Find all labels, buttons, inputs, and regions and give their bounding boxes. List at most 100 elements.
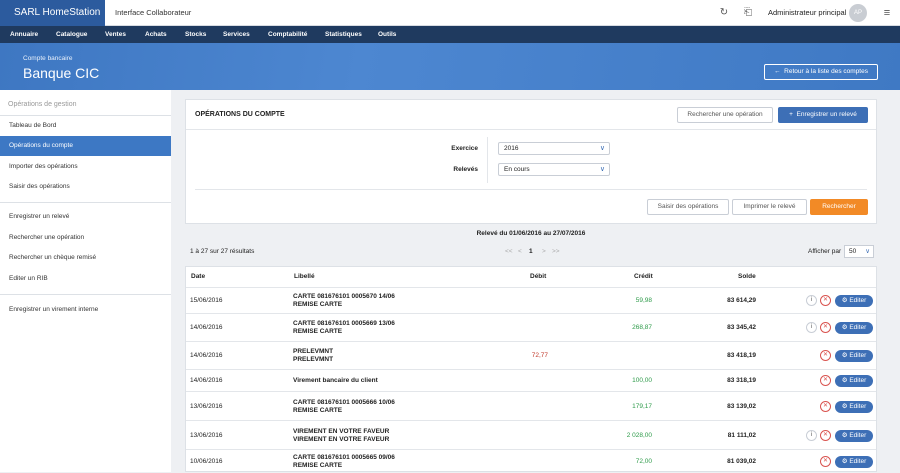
sync-icon[interactable]: ↻ bbox=[717, 6, 731, 20]
row-libelle-line1: PRELEVMNT bbox=[293, 348, 334, 355]
per-page-label: Afficher par bbox=[808, 248, 842, 255]
saisir-operations-button[interactable]: Saisir des opérations bbox=[647, 199, 729, 215]
header-credit[interactable]: Crédit bbox=[634, 273, 653, 280]
hamburger-icon[interactable]: ≡ bbox=[880, 6, 894, 20]
row-libelle-line1: CARTE 081676101 0005669 13/06 bbox=[293, 320, 395, 327]
sidebar-item-rechercher-operation[interactable]: Rechercher une opération bbox=[0, 228, 171, 248]
register-statement-button[interactable]: + Enregistrer un relevé bbox=[778, 107, 868, 123]
edit-label: Editer bbox=[849, 297, 867, 304]
menu-item-outils[interactable]: Outils bbox=[378, 26, 396, 43]
edit-button[interactable]: ⚙ Editer bbox=[835, 350, 873, 362]
gear-icon: ⚙ bbox=[841, 431, 848, 439]
interface-subtitle: Interface Collaborateur bbox=[115, 8, 192, 17]
delete-icon[interactable]: ✕ bbox=[820, 456, 831, 467]
pager-next[interactable]: > bbox=[542, 248, 546, 255]
row-libelle-line1: CARTE 081676101 0005665 09/06 bbox=[293, 454, 395, 461]
page-title: Banque CIC bbox=[23, 65, 100, 81]
delete-icon[interactable]: ✕ bbox=[820, 400, 831, 412]
row-date: 10/06/2016 bbox=[190, 458, 223, 465]
delete-icon[interactable]: ✕ bbox=[820, 322, 831, 333]
row-credit: 2 028,00 bbox=[626, 431, 652, 439]
row-solde: 83 345,42 bbox=[727, 324, 756, 331]
sidebar-item-tableau-de-bord[interactable]: Tableau de Bord bbox=[0, 116, 171, 136]
header-debit[interactable]: Débit bbox=[530, 273, 546, 280]
sidebar-item-importer[interactable]: Importer des opérations bbox=[0, 157, 171, 177]
edit-button[interactable]: ⚙ Editer bbox=[835, 400, 873, 413]
menu-item-annuaire[interactable]: Annuaire bbox=[10, 26, 38, 43]
menu-item-catalogue[interactable]: Catalogue bbox=[56, 26, 87, 43]
sidebar-item-enregistrer-releve[interactable]: Enregistrer un relevé bbox=[0, 207, 171, 227]
brand-name[interactable]: SARL HomeStation bbox=[0, 0, 105, 26]
info-icon[interactable]: i bbox=[806, 295, 817, 306]
back-to-accounts-button[interactable]: ← Retour à la liste des comptes bbox=[764, 64, 878, 80]
row-solde: 81 111,02 bbox=[727, 431, 756, 439]
delete-icon[interactable]: ✕ bbox=[820, 295, 831, 306]
edit-button[interactable]: ⚙ Editer bbox=[835, 456, 873, 468]
row-libelle-line2: PRELEVMNT bbox=[293, 356, 334, 363]
print-statement-button[interactable]: Imprimer le relevé bbox=[732, 199, 807, 215]
rechercher-button[interactable]: Rechercher bbox=[810, 199, 868, 215]
pager-last[interactable]: >> bbox=[552, 248, 560, 255]
edit-button[interactable]: ⚙ Editer bbox=[835, 375, 873, 387]
gear-icon: ⚙ bbox=[841, 297, 848, 304]
sidebar-item-operations-du-compte[interactable]: Opérations du compte bbox=[0, 136, 171, 156]
header-solde[interactable]: Solde bbox=[738, 273, 756, 280]
back-label: Retour à la liste des comptes bbox=[784, 68, 868, 75]
row-libelle-line1: Virement bancaire du client bbox=[293, 377, 378, 384]
chevron-down-icon: ∨ bbox=[599, 145, 605, 152]
row-libelle-line1: CARTE 081676101 0005666 10/06 bbox=[293, 398, 395, 406]
edit-button[interactable]: ⚙ Editer bbox=[835, 322, 873, 334]
edit-button[interactable]: ⚙ Editer bbox=[835, 429, 873, 442]
sidebar-item-virement-interne[interactable]: Enregistrer un virement interne bbox=[0, 300, 171, 320]
pager-current[interactable]: 1 bbox=[529, 248, 533, 255]
edit-button[interactable]: ⚙ Editer bbox=[835, 295, 873, 307]
menu-item-ventes[interactable]: Ventes bbox=[105, 26, 126, 43]
releves-select[interactable]: En cours ∨ bbox=[498, 163, 610, 176]
exercice-select[interactable]: 2016 ∨ bbox=[498, 142, 610, 155]
releves-label: Relevés bbox=[453, 166, 478, 173]
gear-icon: ⚙ bbox=[841, 377, 848, 384]
search-operation-button[interactable]: Rechercher une opération bbox=[677, 107, 773, 123]
row-date: 14/06/2016 bbox=[190, 324, 223, 331]
menu-item-comptabilite[interactable]: Comptabilité bbox=[268, 26, 307, 43]
chevron-down-icon: ∨ bbox=[865, 248, 870, 255]
statement-period: Relevé du 01/06/2016 au 27/07/2016 bbox=[476, 230, 586, 237]
page-header: Compte bancaire Banque CIC ← Retour à la… bbox=[0, 43, 900, 90]
pager-first[interactable]: << bbox=[505, 248, 513, 255]
menu-item-stocks[interactable]: Stocks bbox=[185, 26, 206, 43]
sidebar-item-editer-rib[interactable]: Editer un RIB bbox=[0, 269, 171, 289]
menu-item-achats[interactable]: Achats bbox=[145, 26, 167, 43]
info-icon[interactable]: i bbox=[806, 322, 817, 333]
top-bar: SARL HomeStation Interface Collaborateur… bbox=[0, 0, 900, 26]
delete-icon[interactable]: ✕ bbox=[820, 429, 831, 441]
sidebar: Opérations de gestion Tableau de Bord Op… bbox=[0, 90, 171, 472]
table-row: 14/06/2016 PRELEVMNT PRELEVMNT 72,77 83 418,… bbox=[186, 341, 876, 369]
row-date: 15/06/2016 bbox=[190, 297, 223, 304]
info-icon[interactable]: i bbox=[806, 429, 817, 441]
gear-icon: ⚙ bbox=[841, 352, 848, 359]
export-icon[interactable]: ⎗ bbox=[741, 6, 755, 20]
sidebar-item-saisir[interactable]: Saisir des opérations bbox=[0, 177, 171, 197]
menu-item-services[interactable]: Services bbox=[223, 26, 250, 43]
user-name[interactable]: Administrateur principal bbox=[768, 0, 846, 26]
edit-label: Editer bbox=[849, 352, 867, 359]
results-count: 1 à 27 sur 27 résultats bbox=[190, 248, 255, 255]
header-date[interactable]: Date bbox=[191, 273, 205, 280]
per-page-value: 50 bbox=[849, 248, 857, 255]
header-libelle[interactable]: Libellé bbox=[294, 273, 315, 280]
gear-icon: ⚙ bbox=[841, 458, 848, 465]
row-libelle-line2: REMISE CARTE bbox=[293, 406, 343, 414]
table-row: 13/06/2016 CARTE 081676101 0005666 10/06 R… bbox=[186, 391, 876, 420]
pager-prev[interactable]: < bbox=[518, 248, 522, 255]
divider bbox=[195, 189, 867, 190]
delete-icon[interactable]: ✕ bbox=[820, 375, 831, 386]
sidebar-item-rechercher-cheque[interactable]: Rechercher un chèque remisé bbox=[0, 248, 171, 268]
register-label: Enregistrer un relevé bbox=[796, 111, 857, 118]
menu-item-statistiques[interactable]: Statistiques bbox=[325, 26, 362, 43]
row-credit: 268,87 bbox=[632, 324, 652, 331]
delete-icon[interactable]: ✕ bbox=[820, 350, 831, 361]
per-page-select[interactable]: 50 ∨ bbox=[844, 245, 874, 258]
plus-icon: + bbox=[789, 111, 793, 118]
avatar[interactable]: AP bbox=[849, 4, 867, 22]
row-libelle-line2: REMISE CARTE bbox=[293, 301, 343, 308]
